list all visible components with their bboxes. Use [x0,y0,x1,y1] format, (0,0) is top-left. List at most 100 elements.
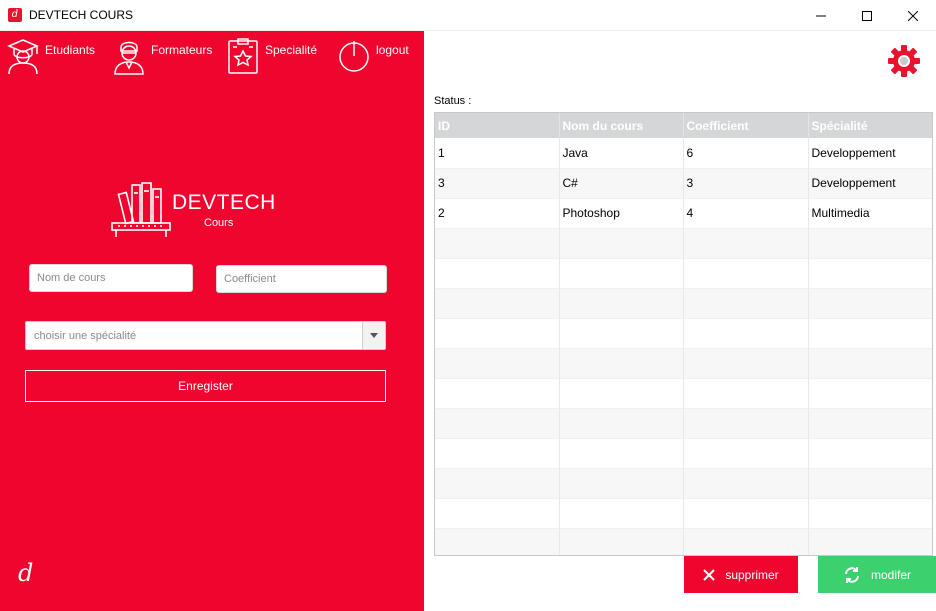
table-row[interactable]: 2 Photoshop 4 Multimedia [435,198,932,229]
table-cell [559,528,684,555]
table-cell [683,408,809,439]
table-cell [435,408,560,439]
teacher-icon [109,36,149,76]
table-cell [808,378,932,409]
dropdown-arrow-icon[interactable] [362,322,385,349]
table-row[interactable] [435,408,932,439]
table-cell [683,438,809,469]
table-cell [435,498,560,529]
close-icon [908,10,918,21]
table-cell [683,498,809,529]
table-cell [808,288,932,319]
bookshelf-icon [111,182,171,237]
table-cell [683,288,809,319]
table-cell: 2 [435,198,560,229]
table-row[interactable] [435,468,932,499]
column-header-course[interactable]: Nom du cours [559,113,684,138]
nav-logout[interactable]: logout [334,36,409,76]
column-header-speciality[interactable]: Spécialité [808,113,932,138]
table-row[interactable] [435,348,932,379]
table-row[interactable] [435,438,932,469]
table-cell [435,378,560,409]
table-cell: C# [559,168,684,199]
table-cell [435,318,560,349]
table-cell [808,318,932,349]
close-button[interactable] [890,0,936,31]
minimize-icon [816,15,826,16]
table-cell [808,528,932,555]
graduate-icon [3,36,43,76]
table-cell: 6 [683,138,809,169]
table-cell [559,288,684,319]
title-bar: d DEVTECH COURS [0,0,936,31]
table-cell: 3 [435,168,560,199]
table-cell [808,498,932,529]
status-label: Status : [434,95,472,107]
table-cell [559,438,684,469]
table-row[interactable]: 1 Java 6 Developpement [435,138,932,169]
table-cell [683,258,809,289]
table-row[interactable]: 3 C# 3 Developpement [435,168,932,199]
courses-table[interactable]: ID Nom du cours Coefficient Spécialité 1… [434,112,933,556]
table-cell [559,378,684,409]
speciality-select-value: choisir une spécialité [34,330,137,342]
brand-block: DEVTECH Cours [110,181,280,243]
table-row[interactable] [435,288,932,319]
modify-button[interactable]: modifer [818,556,936,593]
table-cell [683,468,809,499]
coefficient-input[interactable] [216,265,387,293]
table-cell [435,348,560,379]
nav-label-formateurs: Formateurs [151,43,213,57]
course-name-input[interactable] [29,264,193,292]
save-button[interactable]: Enregister [25,370,386,402]
table-cell: 3 [683,168,809,199]
table-cell [683,318,809,349]
table-cell [683,228,809,259]
devtech-logo-icon: d [18,559,34,587]
table-cell [559,348,684,379]
table-cell [435,438,560,469]
column-header-coefficient[interactable]: Coefficient [683,113,809,138]
table-cell [435,288,560,319]
left-panel: Etudiants Formateurs Specialité logout D… [0,31,424,611]
minimize-button[interactable] [798,0,844,31]
table-cell [808,258,932,289]
table-row[interactable] [435,228,932,259]
delete-button[interactable]: supprimer [684,556,798,593]
power-icon [334,36,374,76]
table-row[interactable] [435,378,932,409]
column-header-id[interactable]: ID [435,113,560,138]
table-cell [435,468,560,499]
nav-label-etudiants: Etudiants [45,43,96,57]
nav-label-specialite: Specialité [265,43,318,57]
table-cell [559,318,684,349]
table-row[interactable] [435,498,932,529]
refresh-icon [843,566,861,584]
maximize-button[interactable] [844,0,890,31]
nav-formateurs[interactable]: Formateurs [109,36,212,76]
table-cell: 1 [435,138,560,169]
table-cell [808,468,932,499]
brand-title: DEVTECH [172,191,276,214]
table-cell [435,528,560,555]
table-row[interactable] [435,318,932,349]
table-cell [683,528,809,555]
nav-specialite[interactable]: Specialité [223,36,317,76]
modify-button-label: modifer [870,567,911,582]
table-row[interactable] [435,528,932,555]
close-x-icon [703,568,716,581]
settings-gear-icon[interactable] [887,44,921,78]
table-cell: 4 [683,198,809,229]
table-header-row: ID Nom du cours Coefficient Spécialité [435,113,932,138]
delete-button-label: supprimer [725,567,779,582]
nav-etudiants[interactable]: Etudiants [3,36,95,76]
speciality-select[interactable]: choisir une spécialité [25,321,386,350]
table-cell: Developpement [808,168,932,199]
window-title: DEVTECH COURS [29,8,134,22]
table-cell [435,258,560,289]
table-row[interactable] [435,258,932,289]
table-cell: Developpement [808,138,932,169]
table-cell: Java [559,138,684,169]
table-cell [808,348,932,379]
certificate-icon [223,36,263,76]
